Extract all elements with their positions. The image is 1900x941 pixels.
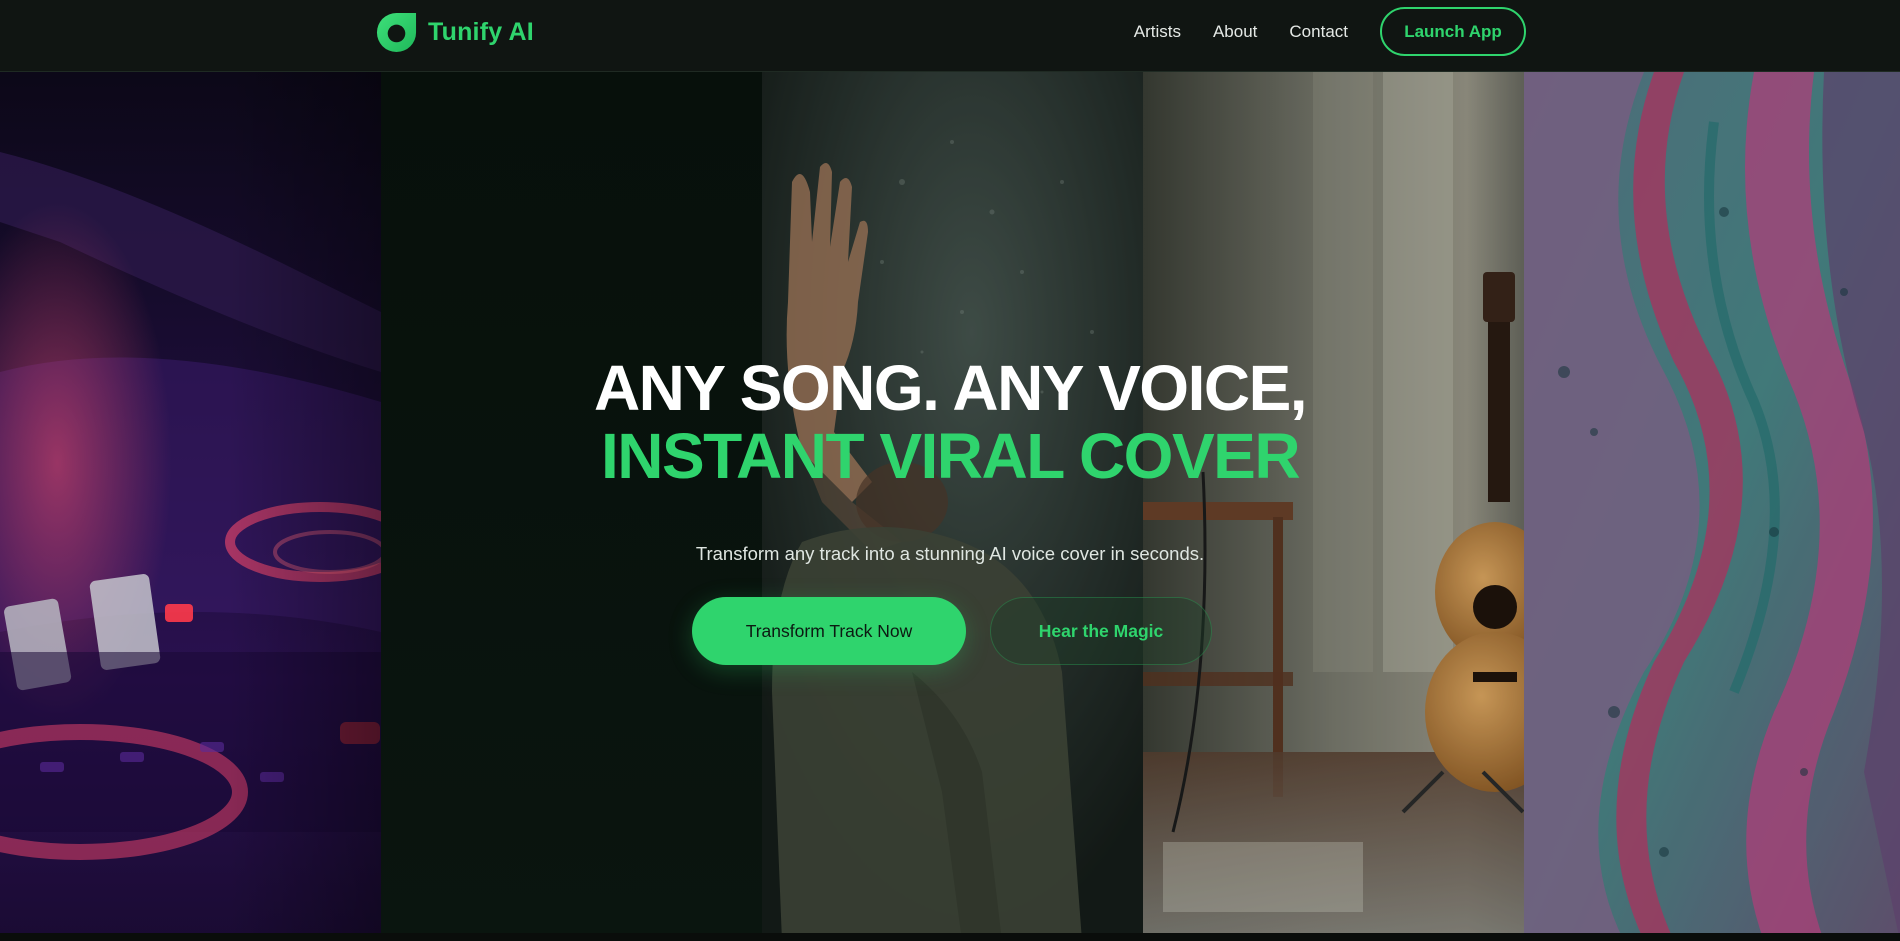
launch-app-button[interactable]: Launch App xyxy=(1380,7,1526,56)
nav-link-artists[interactable]: Artists xyxy=(1134,22,1181,42)
transform-track-button[interactable]: Transform Track Now xyxy=(692,597,966,665)
hero-section: ANY SONG. ANY VOICE, INSTANT VIRAL COVER… xyxy=(0,72,1900,941)
top-navbar: Tunify AI Artists About Contact Launch A… xyxy=(0,0,1900,72)
nav-links: Artists About Contact Launch App xyxy=(1134,7,1526,56)
brand-name: Tunify AI xyxy=(428,17,534,46)
hear-the-magic-button[interactable]: Hear the Magic xyxy=(990,597,1212,665)
nav-link-about[interactable]: About xyxy=(1213,22,1257,42)
hero-headline-line1: ANY SONG. ANY VOICE, xyxy=(593,352,1308,424)
hero-subtitle: Transform any track into a stunning AI v… xyxy=(695,542,1205,564)
nav-link-contact[interactable]: Contact xyxy=(1289,22,1348,42)
hero-headline-line2: INSTANT VIRAL COVER xyxy=(600,420,1301,492)
brand-home-link[interactable]: Tunify AI xyxy=(375,10,534,54)
leaf-ring-logo-icon xyxy=(376,12,417,52)
